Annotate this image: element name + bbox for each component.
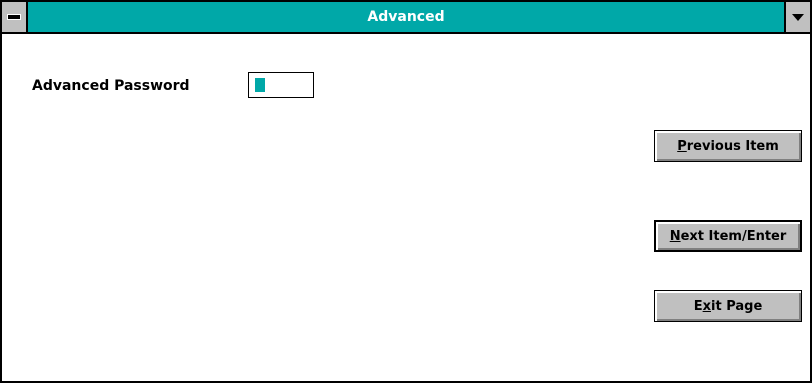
advanced-password-label: Advanced Password bbox=[32, 78, 190, 94]
title-bar: Advanced bbox=[2, 2, 810, 34]
minimize-arrow-icon bbox=[792, 13, 804, 21]
exit-mnemonic: x bbox=[702, 298, 711, 314]
exit-page-button[interactable]: Ex it Page bbox=[654, 290, 802, 322]
previous-item-button[interactable]: Previous Item bbox=[654, 130, 802, 162]
advanced-password-input[interactable] bbox=[248, 72, 314, 98]
next-item-enter-button[interactable]: Next Item/Enter bbox=[654, 220, 802, 252]
window-title: Advanced bbox=[367, 9, 445, 25]
exit-prefix: E bbox=[693, 298, 703, 314]
previous-mnemonic: P bbox=[677, 138, 687, 154]
next-mnemonic: N bbox=[669, 228, 681, 244]
system-menu-icon bbox=[7, 14, 21, 20]
exit-label: it Page bbox=[711, 298, 763, 314]
advanced-window: Advanced Advanced Password Previous Item… bbox=[0, 0, 812, 383]
previous-label: revious Item bbox=[686, 138, 779, 154]
minimize-button[interactable] bbox=[784, 2, 810, 32]
next-label: ext Item/Enter bbox=[680, 228, 787, 244]
text-cursor bbox=[255, 78, 265, 92]
system-menu-button[interactable] bbox=[2, 2, 28, 32]
